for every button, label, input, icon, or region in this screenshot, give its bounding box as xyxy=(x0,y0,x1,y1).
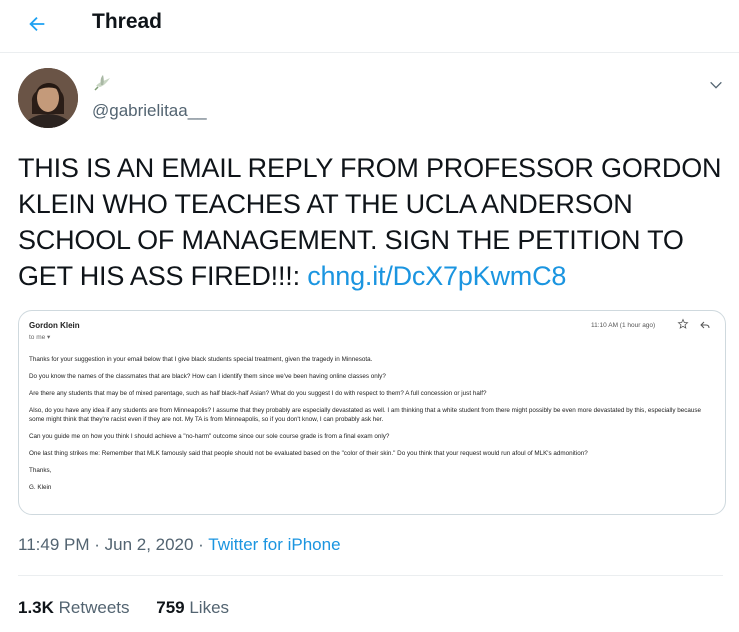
email-paragraph: Are there any students that may be of mi… xyxy=(29,390,487,397)
email-paragraph: Do you know the names of the classmates … xyxy=(29,373,386,380)
retweets-count: 1.3K xyxy=(18,598,54,617)
tweet-stats: 1.3K Retweets 759 Likes xyxy=(18,598,251,618)
retweets-stat[interactable]: 1.3K Retweets xyxy=(18,598,130,617)
star-icon xyxy=(677,318,689,329)
email-paragraph: G. Klein xyxy=(29,484,52,491)
email-time: 11:10 AM (1 hour ago) xyxy=(591,322,656,329)
tweet-meta: 11:49 PM · Jun 2, 2020 · Twitter for iPh… xyxy=(18,535,341,555)
email-recipient: to me ▾ xyxy=(29,334,51,341)
page-title: Thread xyxy=(92,10,163,33)
email-paragraph: Also, do you have any idea if any studen… xyxy=(29,407,702,423)
divider xyxy=(18,575,723,576)
thread-header: Thread xyxy=(0,0,739,53)
more-options-button[interactable] xyxy=(703,74,729,96)
tweet-link[interactable]: chng.it/DcX7pKwmC8 xyxy=(307,261,566,291)
email-paragraph: One last thing strikes me: Remember that… xyxy=(29,450,588,457)
likes-label: Likes xyxy=(184,598,230,617)
email-sender: Gordon Klein xyxy=(29,321,80,330)
email-body: Thanks for your suggestion in your email… xyxy=(29,355,715,500)
media-image[interactable]: Gordon Klein to me ▾ 11:10 AM (1 hour ag… xyxy=(18,310,726,515)
email-paragraph: Thanks for your suggestion in your email… xyxy=(29,356,373,363)
tweet-text: THIS IS AN EMAIL REPLY FROM PROFESSOR GO… xyxy=(18,150,723,294)
likes-stat[interactable]: 759 Likes xyxy=(156,598,229,617)
retweets-label: Retweets xyxy=(53,598,130,617)
email-paragraph: Can you guide me on how you think I shou… xyxy=(29,433,390,440)
author-handle[interactable]: @gabrielitaa__ xyxy=(92,101,207,121)
back-button[interactable] xyxy=(18,8,56,40)
tweet-source[interactable]: Twitter for iPhone xyxy=(208,535,340,554)
chevron-down-icon xyxy=(710,81,722,89)
arrow-left-icon xyxy=(29,16,45,32)
tweet-timestamp[interactable]: 11:49 PM · Jun 2, 2020 · xyxy=(18,535,208,554)
avatar[interactable] xyxy=(18,68,78,128)
reply-icon xyxy=(700,321,710,329)
dove-icon xyxy=(92,72,114,94)
likes-count: 759 xyxy=(156,598,185,617)
email-paragraph: Thanks, xyxy=(29,467,52,474)
